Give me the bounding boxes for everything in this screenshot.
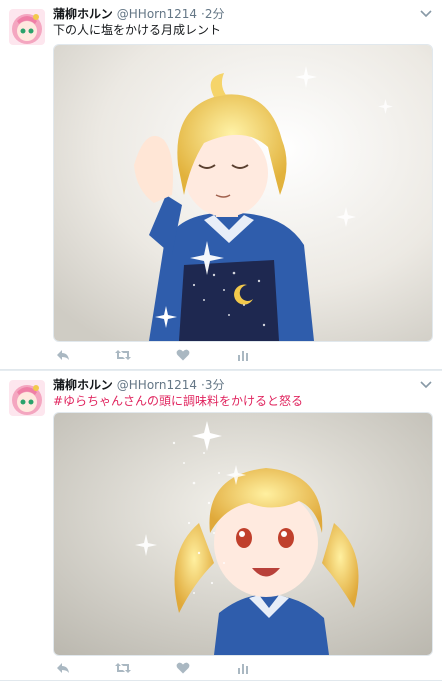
tweet-header: 蒲柳ホルン @HHorn1214·2分 (53, 6, 422, 22)
tweet[interactable]: 蒲柳ホルン @HHorn1214·2分 下の人に塩をかける月成レント (0, 0, 442, 370)
avatar[interactable] (9, 9, 45, 45)
tweet-actions (53, 659, 293, 677)
timestamp[interactable]: 2分 (205, 7, 225, 21)
user-handle[interactable]: @HHorn1214 (117, 378, 197, 392)
timestamp[interactable]: 3分 (205, 378, 225, 392)
tweet-actions (53, 346, 293, 364)
tweet-image[interactable] (53, 412, 433, 656)
caret-down-icon[interactable] (420, 379, 432, 392)
like-icon[interactable] (173, 346, 193, 364)
tweet-image[interactable] (53, 44, 433, 342)
retweet-icon[interactable] (113, 346, 133, 364)
analytics-icon[interactable] (233, 346, 253, 364)
display-name[interactable]: 蒲柳ホルン (53, 378, 113, 392)
reply-icon[interactable] (53, 659, 73, 677)
tweet-text: 下の人に塩をかける月成レント (53, 23, 222, 37)
hashtag-link[interactable]: #ゆらちゃんさんの頭に調味料をかけると怒る (53, 393, 432, 409)
display-name[interactable]: 蒲柳ホルン (53, 7, 113, 21)
tweet-header: 蒲柳ホルン @HHorn1214·3分 (53, 377, 422, 393)
retweet-icon[interactable] (113, 659, 133, 677)
user-handle[interactable]: @HHorn1214 (117, 7, 197, 21)
avatar[interactable] (9, 380, 45, 416)
caret-down-icon[interactable] (420, 8, 432, 21)
reply-icon[interactable] (53, 346, 73, 364)
analytics-icon[interactable] (233, 659, 253, 677)
like-icon[interactable] (173, 659, 193, 677)
